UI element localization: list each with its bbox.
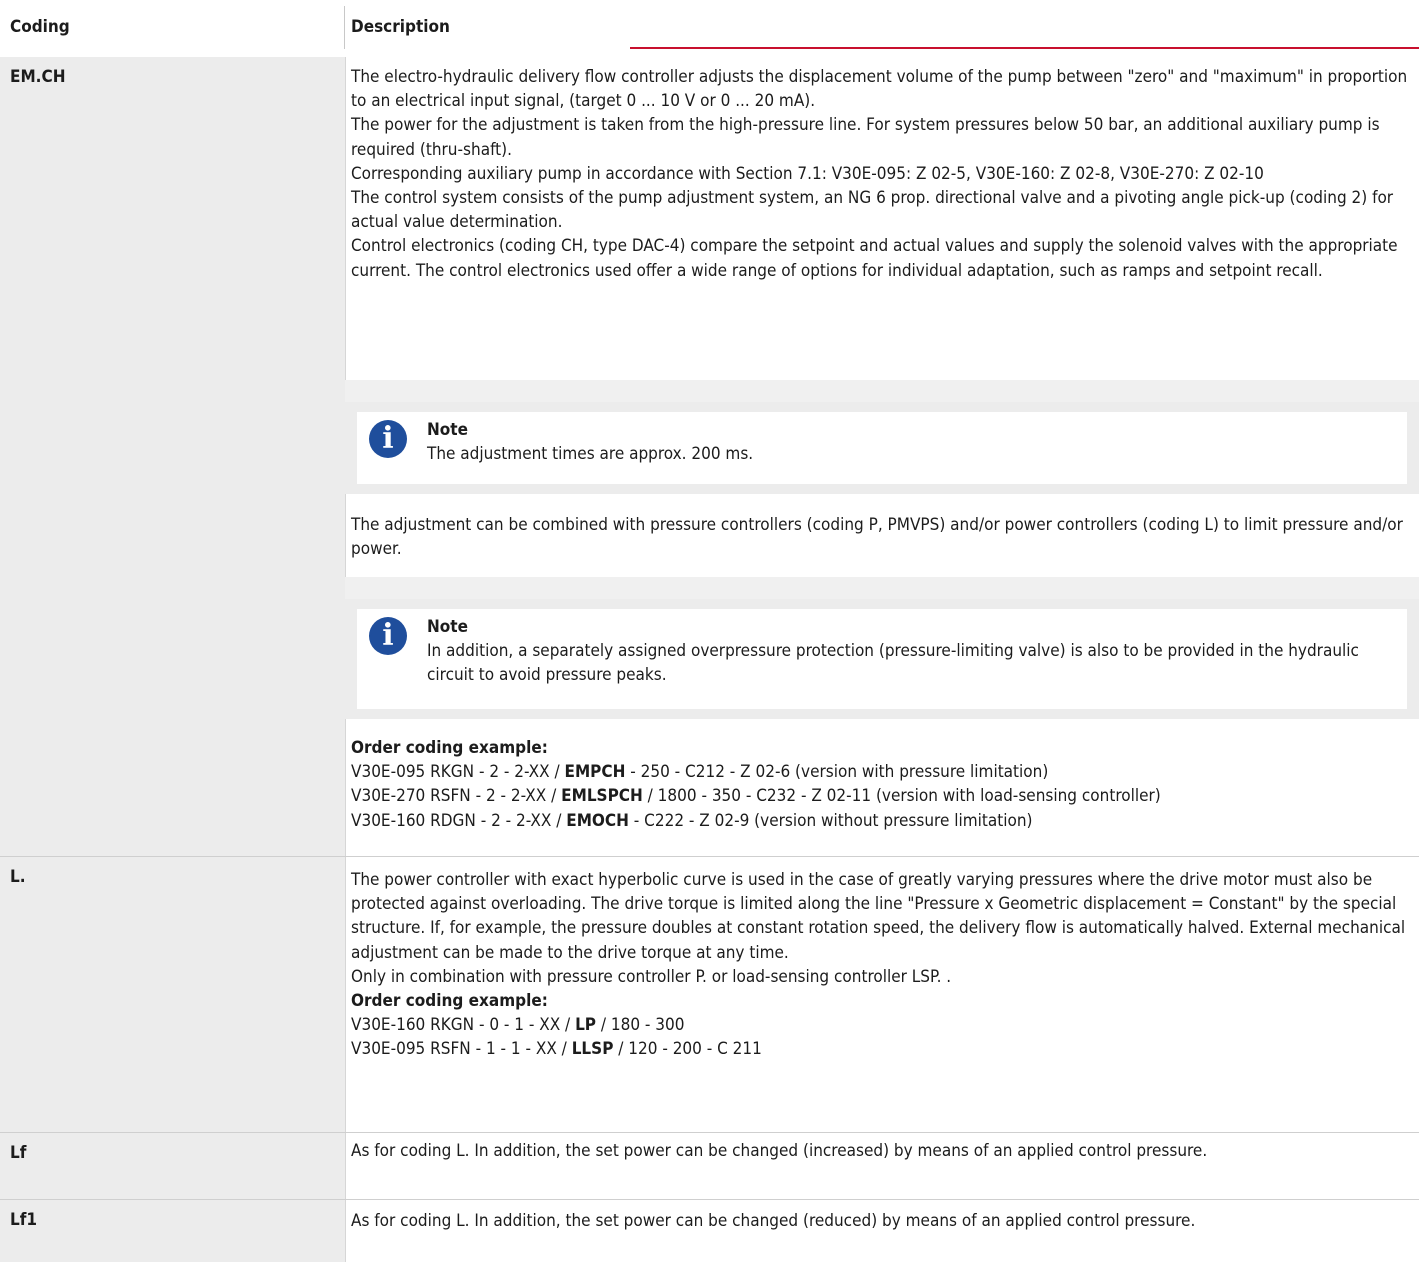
description-lf1: As for coding L. In addition, the set po… — [351, 1209, 1411, 1233]
description-middle: The adjustment can be combined with pres… — [351, 513, 1411, 561]
cell-border — [345, 1200, 346, 1262]
note-title: Note — [427, 420, 468, 440]
cell-border — [345, 857, 346, 1132]
column-header-description: Description — [351, 17, 450, 37]
note-text: The adjustment times are approx. 200 ms. — [427, 444, 754, 464]
spacer-band — [345, 577, 1419, 599]
document-page: Coding Description EM.CH The electro-hyd… — [0, 0, 1419, 1262]
note-title: Note — [427, 617, 468, 637]
column-header-coding: Coding — [10, 17, 70, 37]
paragraph: The power controller with exact hyperbol… — [351, 870, 1406, 963]
paragraph: Only in combination with pressure contro… — [351, 966, 952, 987]
header-divider — [344, 6, 345, 49]
coding-value: Lf — [10, 1143, 27, 1163]
description-emch: The electro-hydraulic delivery flow cont… — [351, 65, 1411, 283]
coding-cell-emch: EM.CH — [0, 57, 345, 856]
order-title: Order coding example: — [351, 738, 548, 758]
header-accent-line — [630, 47, 1419, 49]
description-lf: As for coding L. In addition, the set po… — [351, 1139, 1411, 1163]
coding-cell-lf1: Lf1 — [0, 1200, 345, 1262]
note-text: In addition, a separately assigned overp… — [427, 641, 1359, 686]
note-block-1: i Note The adjustment times are approx. … — [345, 402, 1419, 494]
coding-value: Lf1 — [10, 1210, 38, 1230]
order-example: V30E-095 RKGN - 2 - 2-XX / EMPCH - 250 -… — [351, 762, 1049, 783]
order-coding-emch: Order coding example: V30E-095 RKGN - 2 … — [351, 736, 1411, 833]
paragraph: The control system consists of the pump … — [351, 188, 1394, 233]
cell-border — [345, 1133, 346, 1199]
order-example: V30E-095 RSFN - 1 - 1 - XX / LLSP / 120 … — [351, 1039, 762, 1060]
paragraph: Corresponding auxiliary pump in accordan… — [351, 163, 1264, 184]
cell-border — [345, 494, 346, 577]
coding-cell-lf: Lf — [0, 1133, 345, 1199]
info-icon: i — [369, 420, 407, 458]
coding-value: EM.CH — [10, 67, 66, 87]
paragraph: The adjustment can be combined with pres… — [351, 515, 1403, 560]
cell-border — [345, 57, 346, 380]
note-box: i Note In addition, a separately assigne… — [357, 609, 1407, 709]
description-l: The power controller with exact hyperbol… — [351, 868, 1411, 1062]
order-example: V30E-270 RSFN - 2 - 2-XX / EMLSPCH / 180… — [351, 786, 1161, 807]
order-example: V30E-160 RKGN - 0 - 1 - XX / LP / 180 - … — [351, 1015, 685, 1036]
paragraph: As for coding L. In addition, the set po… — [351, 1211, 1196, 1231]
table-header: Coding Description — [0, 0, 1419, 49]
info-icon: i — [369, 617, 407, 655]
paragraph: Control electronics (coding CH, type DAC… — [351, 236, 1398, 281]
note-box: i Note The adjustment times are approx. … — [357, 412, 1407, 484]
cell-border — [345, 719, 346, 856]
spacer-band — [345, 380, 1419, 402]
note-block-2: i Note In addition, a separately assigne… — [345, 599, 1419, 719]
coding-value: L. — [10, 867, 26, 887]
coding-cell-l: L. — [0, 857, 345, 1132]
paragraph: The electro-hydraulic delivery flow cont… — [351, 67, 1408, 112]
order-title: Order coding example: — [351, 991, 548, 1012]
paragraph: As for coding L. In addition, the set po… — [351, 1141, 1208, 1161]
order-example: V30E-160 RDGN - 2 - 2-XX / EMOCH - C222 … — [351, 810, 1033, 831]
paragraph: The power for the adjustment is taken fr… — [351, 115, 1380, 160]
